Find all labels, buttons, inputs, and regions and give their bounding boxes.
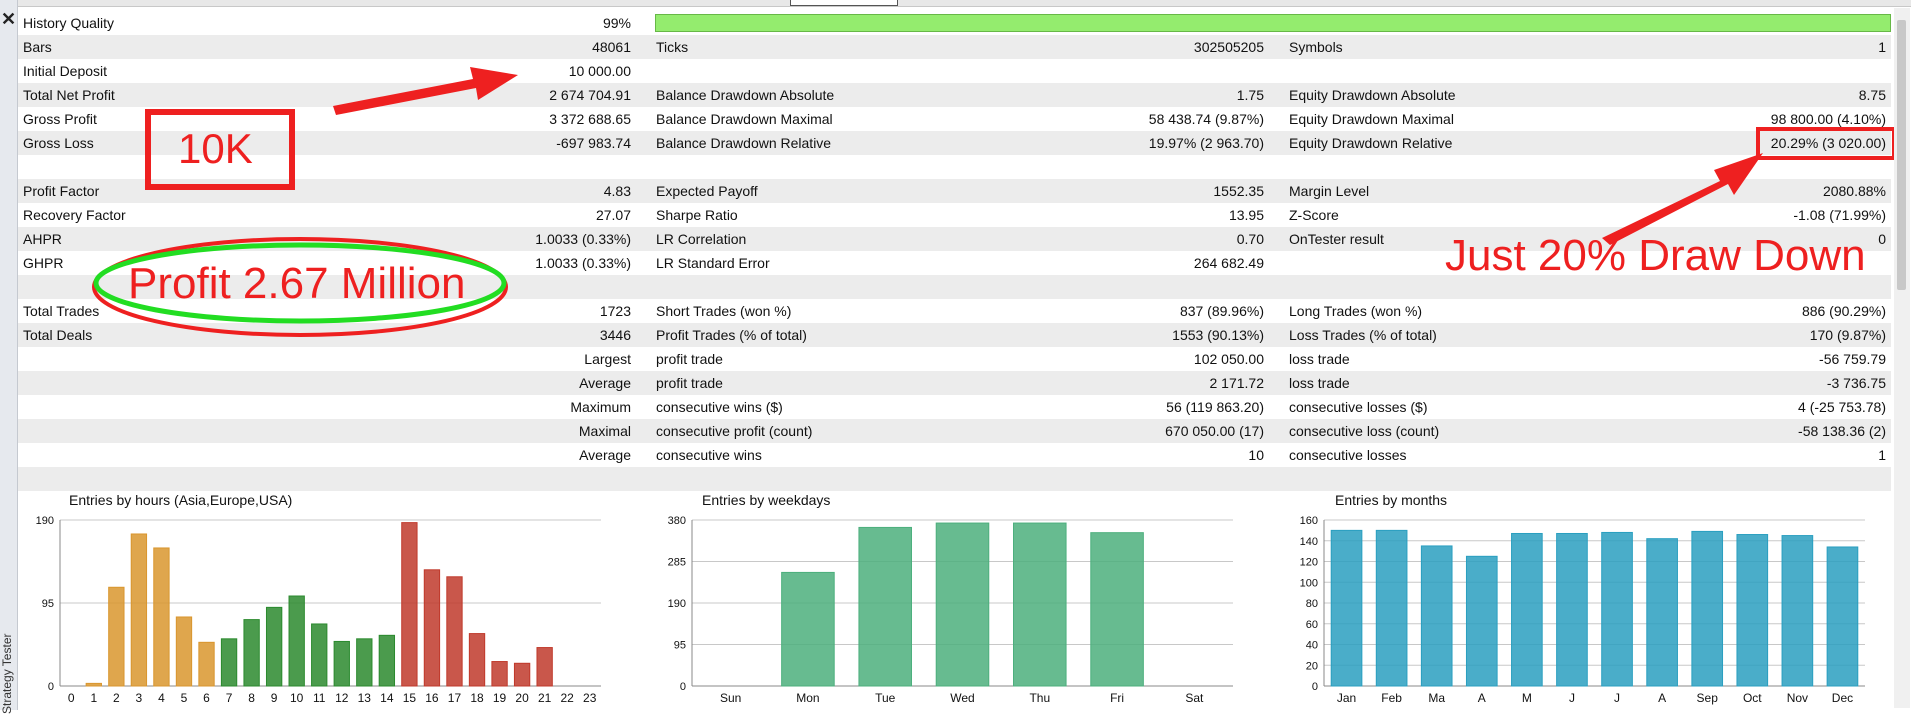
scrollbar-thumb[interactable]	[1897, 20, 1906, 290]
deposit-annotation-text: 10K	[178, 125, 253, 172]
profit-annotation-text: Profit 2.67 Million	[128, 259, 466, 308]
drawdown-highlight-box	[1756, 127, 1896, 160]
arrow-to-deposit	[333, 67, 518, 115]
vertical-scrollbar[interactable]	[1894, 8, 1910, 708]
annotation-layer	[92, 67, 1896, 337]
drawdown-annotation-text: Just 20% Draw Down	[1445, 231, 1866, 280]
